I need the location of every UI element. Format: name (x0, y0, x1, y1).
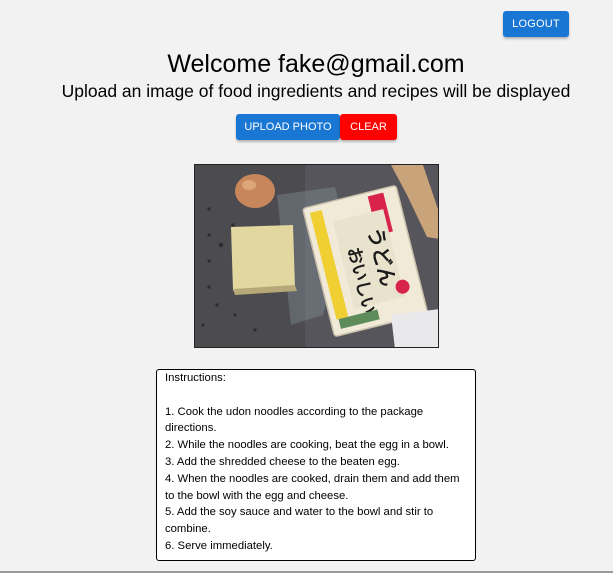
instruction-line: to the bowl with the egg and cheese. (165, 489, 349, 502)
instruction-line: 4. When the noodles are cooked, drain th… (165, 472, 460, 485)
page-title: Welcome fake@gmail.com (167, 50, 465, 78)
food-ingredients-image: おいしい うどん (195, 165, 438, 347)
instruction-line: 5. Add the soy sauce and water to the bo… (165, 506, 434, 519)
page: LOGOUT Welcome fake@gmail.com Upload an … (0, 0, 613, 573)
clear-button[interactable]: CLEAR (340, 114, 397, 140)
instruction-line: 2. While the noodles are cooking, beat t… (165, 439, 449, 452)
recipe-instructions: Instructions: 1. Cook the udon noodles a… (156, 369, 476, 561)
logout-button[interactable]: LOGOUT (503, 11, 569, 37)
uploaded-food-photo: おいしい うどん (194, 164, 439, 348)
instruction-line: combine. (165, 523, 211, 536)
instructions-spacer (165, 387, 467, 404)
action-button-row: UPLOAD PHOTO CLEAR (236, 114, 397, 140)
instruction-line: 3. Add the shredded cheese to the beaten… (165, 455, 400, 468)
upload-photo-button[interactable]: UPLOAD PHOTO (236, 114, 340, 140)
instruction-line: 6. Serve immediately. (165, 539, 273, 552)
instruction-line: directions. (165, 422, 217, 435)
instruction-line: 1. Cook the udon noodles according to th… (165, 405, 424, 418)
instructions-heading: Instructions: (165, 372, 226, 384)
page-subtitle: Upload an image of food ingredients and … (61, 81, 571, 101)
